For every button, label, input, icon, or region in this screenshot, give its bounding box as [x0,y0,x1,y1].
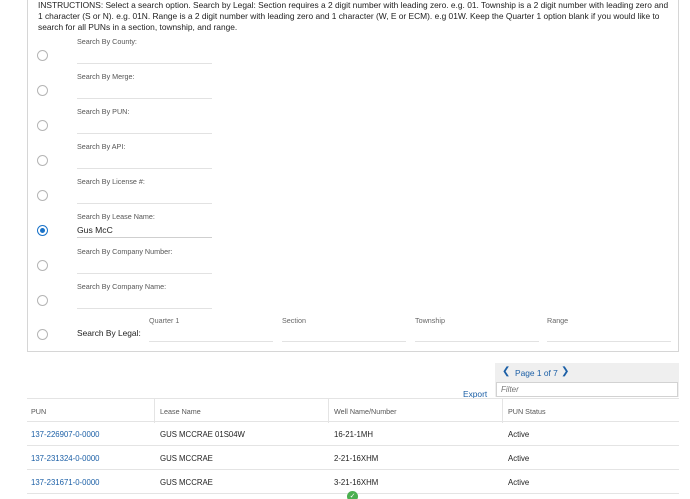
section-input[interactable] [282,328,406,342]
quarter1-label: Quarter 1 [149,316,180,325]
pun-status-cell: Active [508,454,530,463]
search-option-company-number: Search By Company Number: [28,244,680,279]
field-label: Search By Company Number: [77,247,173,256]
radio-county[interactable] [37,50,48,61]
township-input[interactable] [415,328,539,342]
chevron-right-icon[interactable]: ❯ [561,366,569,377]
lease-name-cell: GUS MCCRAE [160,478,213,487]
column-header-pun[interactable]: PUN [31,407,46,416]
range-label: Range [547,316,569,325]
company-name-input[interactable] [77,294,212,309]
lease-name-input[interactable] [77,223,212,238]
field-label: Search By Lease Name: [77,212,155,221]
radio-company-name[interactable] [37,295,48,306]
lease-name-cell: GUS MCCRAE [160,454,213,463]
radio-license[interactable] [37,190,48,201]
pager-controls: ❮ Page 1 of 7 ❯ [495,363,679,381]
instructions-text: INSTRUCTIONS: Select a search option. Se… [38,0,669,33]
search-option-license: Search By License #: [28,174,680,209]
api-input[interactable] [77,154,212,169]
pun-input[interactable] [77,119,212,134]
radio-api[interactable] [37,155,48,166]
results-table: PUN Lease Name Well Name/Number PUN Stat… [27,398,679,494]
field-label: Search By County: [77,37,137,46]
search-option-company-name: Search By Company Name: [28,279,680,314]
field-label: Search By License #: [77,177,145,186]
field-label: Search By PUN: [77,107,130,116]
range-input[interactable] [547,328,671,342]
section-label: Section [282,316,306,325]
column-header-lease-name[interactable]: Lease Name [160,407,201,416]
filter-input[interactable] [496,382,678,397]
county-input[interactable] [77,49,212,64]
search-option-merge: Search By Merge: [28,69,680,104]
page-indicator: Page 1 of 7 [515,368,558,378]
search-option-county: Search By County: [28,34,680,69]
field-label: Search By API: [77,142,126,151]
well-name-cell: 2-21-16XHM [334,454,379,463]
radio-company-number[interactable] [37,260,48,271]
field-label: Search By Company Name: [77,282,167,291]
radio-lease-name[interactable] [37,225,48,236]
chevron-left-icon[interactable]: ❮ [502,366,510,377]
search-option-pun: Search By PUN: [28,104,680,139]
search-option-lease-name: Search By Lease Name: [28,209,680,244]
license-input[interactable] [77,189,212,204]
pun-status-cell: Active [508,478,530,487]
check-icon: ✓ [347,491,358,499]
table-row: 137-231324-0-0000 GUS MCCRAE 2-21-16XHM … [27,446,679,470]
pun-link[interactable]: 137-231671-0-0000 [31,478,100,487]
company-number-input[interactable] [77,259,212,274]
township-label: Township [415,316,445,325]
search-panel: INSTRUCTIONS: Select a search option. Se… [27,0,679,352]
search-option-api: Search By API: [28,139,680,174]
column-divider [328,399,329,423]
pun-link[interactable]: 137-231324-0-0000 [31,454,100,463]
well-name-cell: 16-21-1MH [334,430,373,439]
radio-legal[interactable] [37,329,48,340]
lease-name-cell: GUS MCCRAE 01S04W [160,430,245,439]
column-divider [502,399,503,423]
table-row: 137-226907-0-0000 GUS MCCRAE 01S04W 16-2… [27,422,679,446]
quarter1-input[interactable] [149,328,273,342]
pun-status-cell: Active [508,430,530,439]
well-name-cell: 3-21-16XHM [334,478,379,487]
column-header-pun-status[interactable]: PUN Status [508,407,546,416]
column-header-well-name[interactable]: Well Name/Number [334,407,397,416]
pun-link[interactable]: 137-226907-0-0000 [31,430,100,439]
column-divider [154,399,155,423]
pager: ❮ Page 1 of 7 ❯ [495,363,679,397]
field-label: Search By Merge: [77,72,135,81]
merge-input[interactable] [77,84,212,99]
table-header: PUN Lease Name Well Name/Number PUN Stat… [27,398,679,423]
radio-merge[interactable] [37,85,48,96]
radio-pun[interactable] [37,120,48,131]
legal-label: Search By Legal: [77,328,141,338]
